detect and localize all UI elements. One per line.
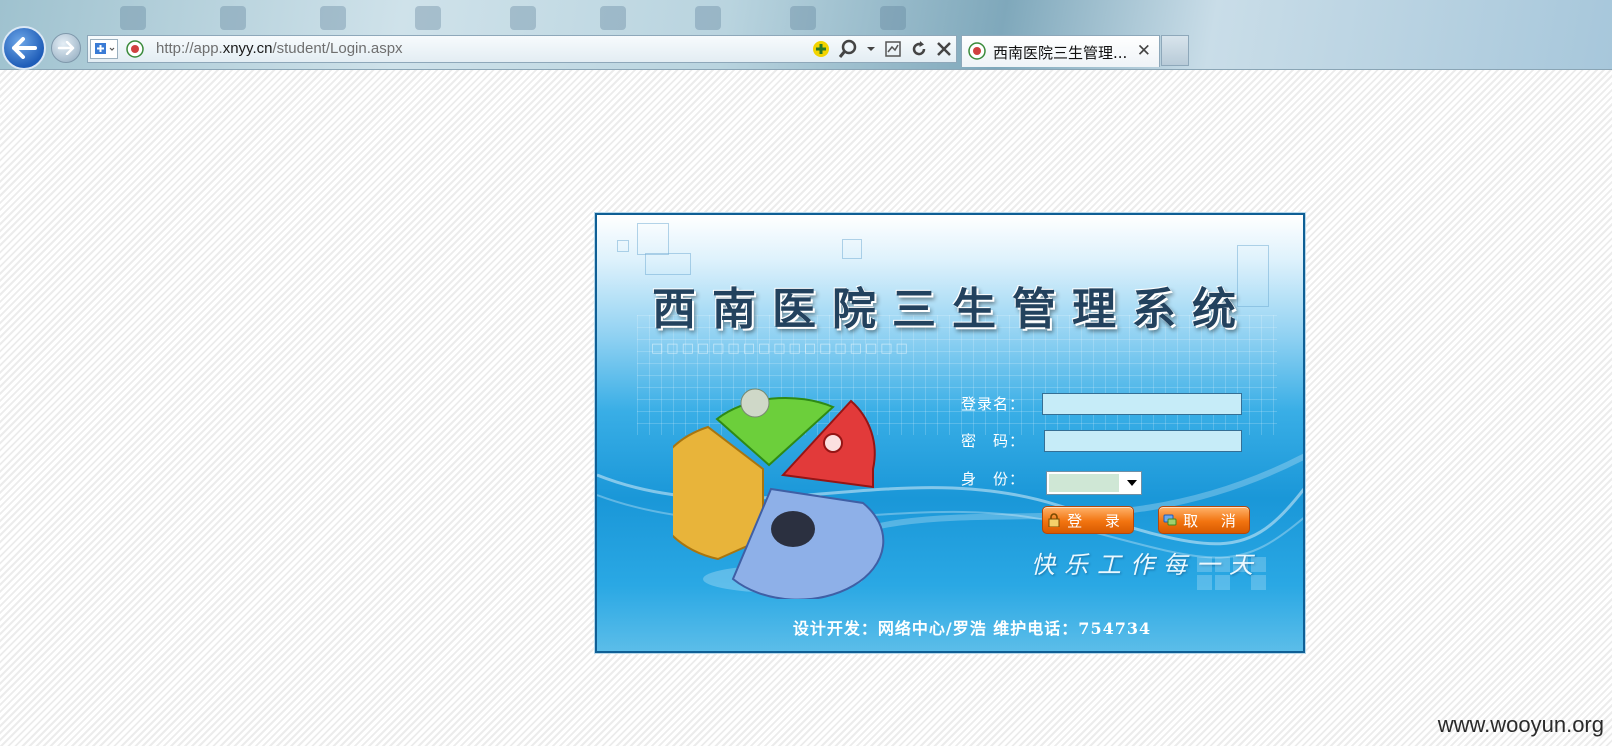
back-arrow-icon (12, 37, 37, 59)
faint-subtitle: □□□□□□□□□□□□□□□□□ (651, 341, 911, 356)
dropdown-icon[interactable] (866, 44, 876, 54)
forward-button[interactable] (51, 33, 81, 63)
watermark-text: www.wooyun.org (1437, 712, 1604, 737)
decor-square (645, 253, 691, 275)
desktop-icon (790, 6, 816, 30)
desktop-icon (600, 6, 626, 30)
login-button-label: 登 录 (1067, 511, 1129, 530)
stop-icon[interactable] (936, 41, 952, 57)
password-label: 密 码： (961, 432, 1026, 450)
tab-favicon (968, 42, 986, 60)
browser-chrome: http://app.xnyy.cn/student/Login.aspx 西南… (0, 0, 1612, 70)
url-text[interactable]: http://app.xnyy.cn/student/Login.aspx (156, 40, 403, 57)
identity-selected-value (1049, 474, 1119, 492)
pie-chart-logo (673, 388, 885, 599)
login-panel: 西南医院三生管理系统 □□□□□□□□□□□□□□□□□ 登录名： 密 码： 身… (595, 213, 1305, 653)
forward-arrow-icon (57, 41, 75, 55)
username-input[interactable] (1042, 393, 1242, 415)
address-bar[interactable]: http://app.xnyy.cn/student/Login.aspx (87, 35, 957, 63)
search-icon[interactable] (838, 39, 858, 59)
back-button[interactable] (2, 26, 46, 70)
decor-square (842, 239, 862, 259)
lock-icon (1048, 513, 1060, 527)
chevron-down-icon (1127, 480, 1137, 486)
login-button[interactable]: 登 录 (1042, 506, 1134, 534)
chat-bubble-icon (1163, 514, 1177, 526)
cancel-button[interactable]: 取 消 (1158, 506, 1250, 534)
compat-view-icon (95, 43, 115, 54)
desktop-icon (320, 6, 346, 30)
add-on-icon[interactable] (812, 40, 830, 58)
desktop-icon (120, 6, 146, 30)
decor-square (617, 240, 629, 252)
desktop-icon (880, 6, 906, 30)
refresh-icon[interactable] (910, 40, 928, 58)
compat-view-button[interactable] (90, 39, 118, 59)
system-title: 西南医院三生管理系统 (652, 284, 1252, 335)
password-input[interactable] (1044, 430, 1242, 452)
tab-title: 西南医院三生管理... (993, 44, 1128, 62)
cancel-button-label: 取 消 (1183, 511, 1245, 530)
browser-tab[interactable]: 西南医院三生管理... ✕ (961, 35, 1160, 67)
desktop-icon (220, 6, 246, 30)
compat-icon[interactable] (884, 40, 902, 58)
site-favicon (126, 40, 144, 58)
new-tab-button[interactable] (1161, 35, 1189, 66)
address-bar-tools (812, 39, 952, 59)
decor-square (637, 223, 669, 255)
footer-credits: 设计开发：网络中心/罗浩 维护电话：754734 (792, 619, 1152, 638)
desktop-icon (415, 6, 441, 30)
username-label: 登录名： (961, 395, 1026, 413)
page-background: 西南医院三生管理系统 □□□□□□□□□□□□□□□□□ 登录名： 密 码： 身… (0, 70, 1612, 746)
desktop-icon (695, 6, 721, 30)
tab-close-icon[interactable]: ✕ (1137, 41, 1151, 61)
identity-label: 身 份： (961, 470, 1026, 488)
identity-select[interactable] (1046, 471, 1142, 495)
desktop-icon (510, 6, 536, 30)
